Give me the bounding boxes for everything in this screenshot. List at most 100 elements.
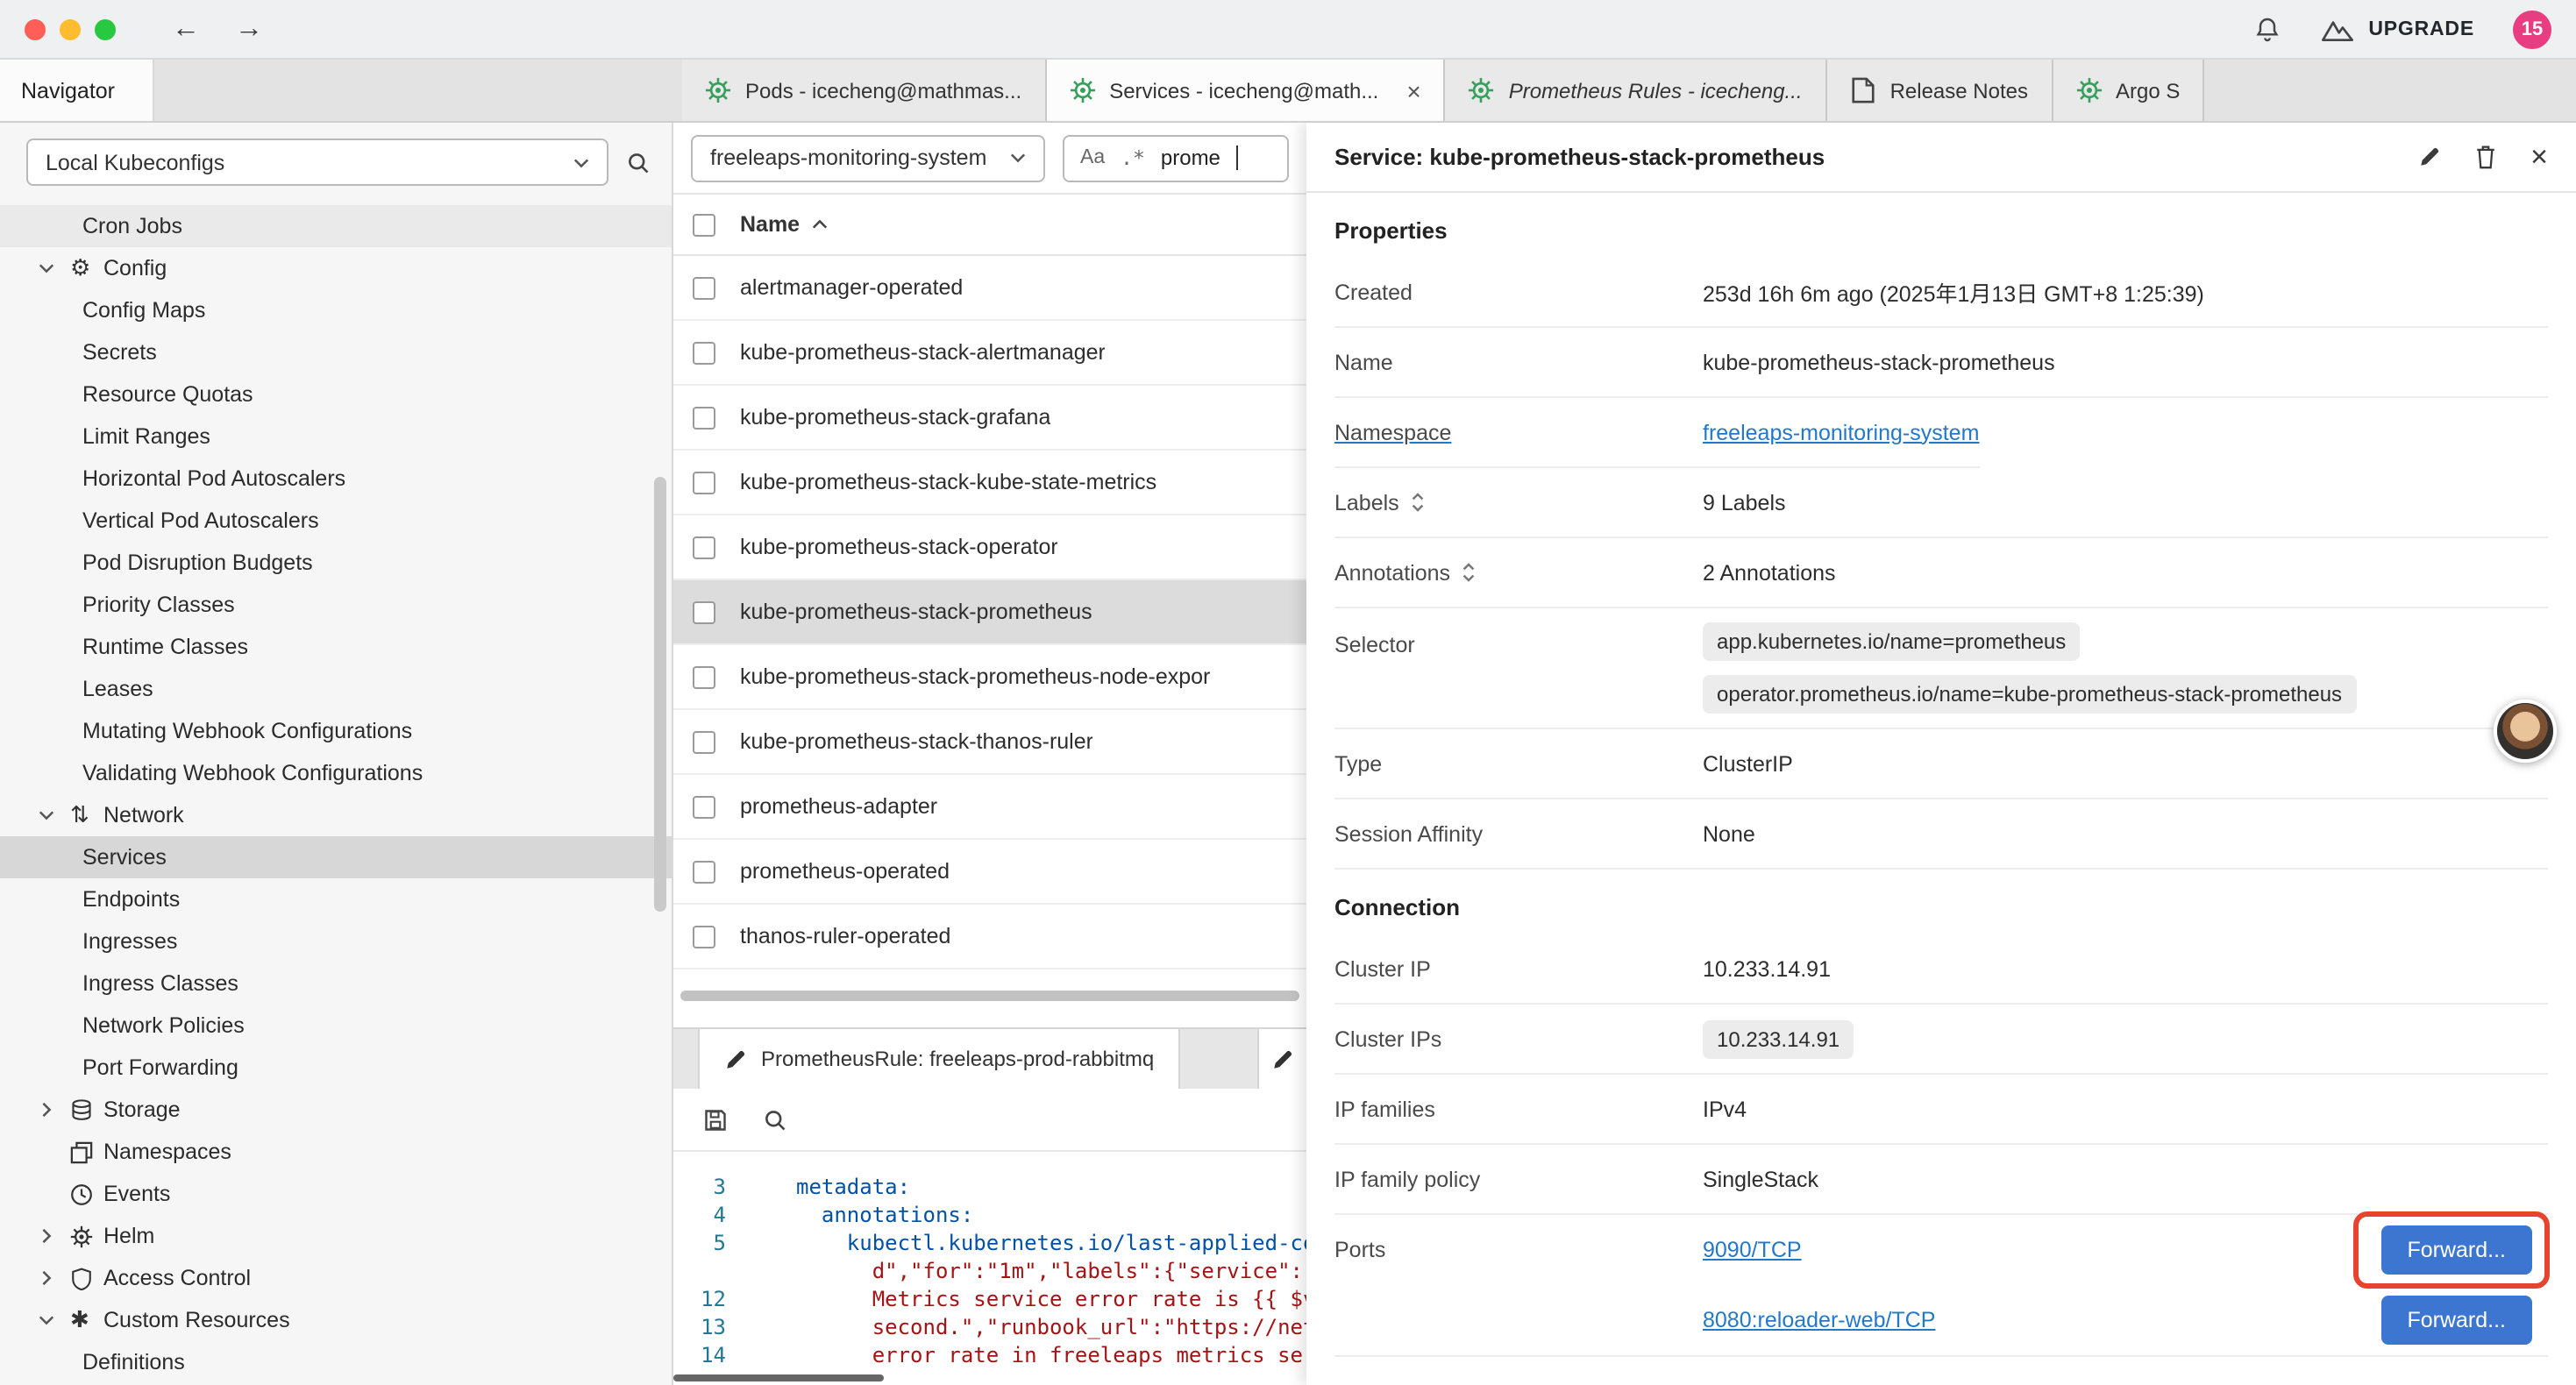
unfold-more-icon[interactable] <box>1410 491 1426 514</box>
sidebar-item-endpoints[interactable]: Endpoints <box>0 878 672 920</box>
row-checkbox[interactable] <box>693 276 715 299</box>
notifications-bell-icon[interactable] <box>2252 15 2281 43</box>
port-link[interactable]: 8080:reloader-web/TCP <box>1703 1308 1935 1332</box>
row-checkbox[interactable] <box>693 536 715 558</box>
sidebar-item-priority-classes[interactable]: Priority Classes <box>0 584 672 626</box>
row-checkbox[interactable] <box>693 341 715 364</box>
yaml-editor[interactable]: 3metadata:4 annotations:5 kubectl.kubern… <box>673 1152 1306 1385</box>
dock-tab-partial[interactable] <box>1257 1029 1306 1089</box>
tab-services-icecheng-math[interactable]: Services - icecheng@math...× <box>1046 60 1446 121</box>
forward-button[interactable]: Forward... <box>2380 1225 2532 1275</box>
chevron-right-icon[interactable] <box>39 1231 70 1241</box>
row-checkbox[interactable] <box>693 471 715 494</box>
sidebar-item-ingress-classes[interactable]: Ingress Classes <box>0 962 672 1005</box>
namespace-filter-dropdown[interactable]: freeleaps-monitoring-system <box>691 134 1045 181</box>
row-checkbox[interactable] <box>693 925 715 948</box>
edit-button[interactable] <box>2418 146 2441 168</box>
row-checkbox[interactable] <box>693 600 715 623</box>
sidebar-item-custom-resources[interactable]: ✱Custom Resources <box>0 1299 672 1341</box>
chevron-down-icon[interactable] <box>39 1315 70 1325</box>
forward-button[interactable]: → <box>228 15 270 43</box>
sidebar-item-resource-quotas[interactable]: Resource Quotas <box>0 373 672 416</box>
close-tab-icon[interactable]: × <box>1406 78 1420 103</box>
chevron-down-icon[interactable] <box>39 263 70 273</box>
sidebar-item-services[interactable]: Services <box>0 836 672 878</box>
sidebar-item-pod-disruption-budgets[interactable]: Pod Disruption Budgets <box>0 542 672 584</box>
table-row-kube-prometheus-stack-grafana[interactable]: kube-prometheus-stack-grafana <box>673 386 1306 451</box>
sidebar-item-helm[interactable]: Helm <box>0 1215 672 1257</box>
sidebar-item-secrets[interactable]: Secrets <box>0 331 672 373</box>
save-button[interactable] <box>703 1107 728 1132</box>
table-row-kube-prometheus-stack-thanos-ruler[interactable]: kube-prometheus-stack-thanos-ruler <box>673 710 1306 775</box>
sidebar-item-config[interactable]: ⚙Config <box>0 247 672 289</box>
sidebar-item-mutating-webhook-configurations[interactable]: Mutating Webhook Configurations <box>0 710 672 752</box>
row-checkbox[interactable] <box>693 730 715 753</box>
sidebar-item-events[interactable]: Events <box>0 1173 672 1215</box>
sidebar-item-ingresses[interactable]: Ingresses <box>0 920 672 962</box>
editor-tabs: Pods - icecheng@mathmas...Services - ice… <box>682 60 2576 121</box>
name-column-header[interactable]: Name <box>740 212 828 237</box>
sidebar-item-storage[interactable]: Storage <box>0 1089 672 1131</box>
navigator-scrollbar[interactable] <box>654 477 666 912</box>
back-button[interactable]: ← <box>165 15 207 43</box>
port-link[interactable]: 9090/TCP <box>1703 1238 1802 1262</box>
tab-pods-icecheng-mathmas[interactable]: Pods - icecheng@mathmas... <box>682 60 1046 121</box>
table-search-input[interactable]: Aa .* prome <box>1063 134 1289 181</box>
table-row-thanos-ruler-operated[interactable]: thanos-ruler-operated <box>673 905 1306 970</box>
table-row-kube-prometheus-stack-prometheus-node-expor[interactable]: kube-prometheus-stack-prometheus-node-ex… <box>673 645 1306 710</box>
editor-horizontal-scrollbar[interactable] <box>673 1374 884 1381</box>
row-checkbox[interactable] <box>693 860 715 883</box>
sidebar-item-port-forwarding[interactable]: Port Forwarding <box>0 1047 672 1089</box>
upgrade-button[interactable]: UPGRADE <box>2319 17 2474 41</box>
sidebar-item-definitions[interactable]: Definitions <box>0 1341 672 1383</box>
dock-tab-prometheusrule[interactable]: PrometheusRule: freeleaps-prod-rabbitmq <box>698 1029 1180 1089</box>
tab-argo-s[interactable]: Argo S <box>2053 60 2204 121</box>
table-row-kube-prometheus-stack-prometheus[interactable]: kube-prometheus-stack-prometheus <box>673 580 1306 645</box>
sidebar-item-runtime-classes[interactable]: Runtime Classes <box>0 626 672 668</box>
row-checkbox[interactable] <box>693 665 715 688</box>
sidebar-item-access-control[interactable]: Access Control <box>0 1257 672 1299</box>
tab-release-notes[interactable]: Release Notes <box>1827 60 2053 121</box>
sidebar-item-config-maps[interactable]: Config Maps <box>0 289 672 331</box>
sidebar-item-cron-jobs[interactable]: Cron Jobs <box>0 205 672 247</box>
match-case-toggle[interactable]: Aa <box>1080 147 1105 168</box>
close-window-button[interactable] <box>25 18 46 39</box>
detail-label: IP families <box>1334 1097 1703 1121</box>
sidebar-item-validating-webhook-configurations[interactable]: Validating Webhook Configurations <box>0 752 672 794</box>
sidebar-item-leases[interactable]: Leases <box>0 668 672 710</box>
kubeconfig-source-dropdown[interactable]: Local Kubeconfigs <box>26 138 608 186</box>
table-row-kube-prometheus-stack-operator[interactable]: kube-prometheus-stack-operator <box>673 515 1306 580</box>
sidebar-item-limit-ranges[interactable]: Limit Ranges <box>0 416 672 458</box>
table-row-prometheus-operated[interactable]: prometheus-operated <box>673 840 1306 905</box>
table-horizontal-scrollbar[interactable] <box>673 985 1306 1006</box>
table-row-kube-prometheus-stack-alertmanager[interactable]: kube-prometheus-stack-alertmanager <box>673 321 1306 386</box>
minimize-window-button[interactable] <box>60 18 81 39</box>
unfold-more-icon[interactable] <box>1461 561 1477 584</box>
delete-button[interactable] <box>2474 144 2497 170</box>
forward-button[interactable]: Forward... <box>2380 1296 2532 1345</box>
sidebar-item-namespaces[interactable]: Namespaces <box>0 1131 672 1173</box>
sidebar-item-network[interactable]: ⇅Network <box>0 794 672 836</box>
editor-line: d","for":"1m","labels":{"service": <box>673 1257 1306 1285</box>
navigator-search-button[interactable] <box>626 150 651 174</box>
editor-search-button[interactable] <box>763 1107 787 1132</box>
close-drawer-button[interactable]: × <box>2530 142 2548 172</box>
sidebar-item-vertical-pod-autoscalers[interactable]: Vertical Pod Autoscalers <box>0 500 672 542</box>
sidebar-item-network-policies[interactable]: Network Policies <box>0 1005 672 1047</box>
table-row-kube-prometheus-stack-kube-state-metrics[interactable]: kube-prometheus-stack-kube-state-metrics <box>673 451 1306 515</box>
select-all-checkbox[interactable] <box>693 213 715 236</box>
regex-toggle[interactable]: .* <box>1121 146 1145 170</box>
maximize-window-button[interactable] <box>95 18 116 39</box>
row-checkbox[interactable] <box>693 406 715 429</box>
row-checkbox[interactable] <box>693 795 715 818</box>
user-avatar[interactable] <box>2494 700 2557 763</box>
table-row-alertmanager-operated[interactable]: alertmanager-operated <box>673 256 1306 321</box>
chevron-down-icon[interactable] <box>39 810 70 820</box>
sidebar-item-horizontal-pod-autoscalers[interactable]: Horizontal Pod Autoscalers <box>0 458 672 500</box>
chevron-right-icon[interactable] <box>39 1273 70 1283</box>
table-row-prometheus-adapter[interactable]: prometheus-adapter <box>673 775 1306 840</box>
chevron-right-icon[interactable] <box>39 1104 70 1115</box>
notification-count-badge[interactable]: 15 <box>2513 10 2551 48</box>
tab-prometheus-rules-icecheng[interactable]: Prometheus Rules - icecheng... <box>1446 60 1827 121</box>
namespace-link[interactable]: freeleaps-monitoring-system <box>1703 420 1979 444</box>
